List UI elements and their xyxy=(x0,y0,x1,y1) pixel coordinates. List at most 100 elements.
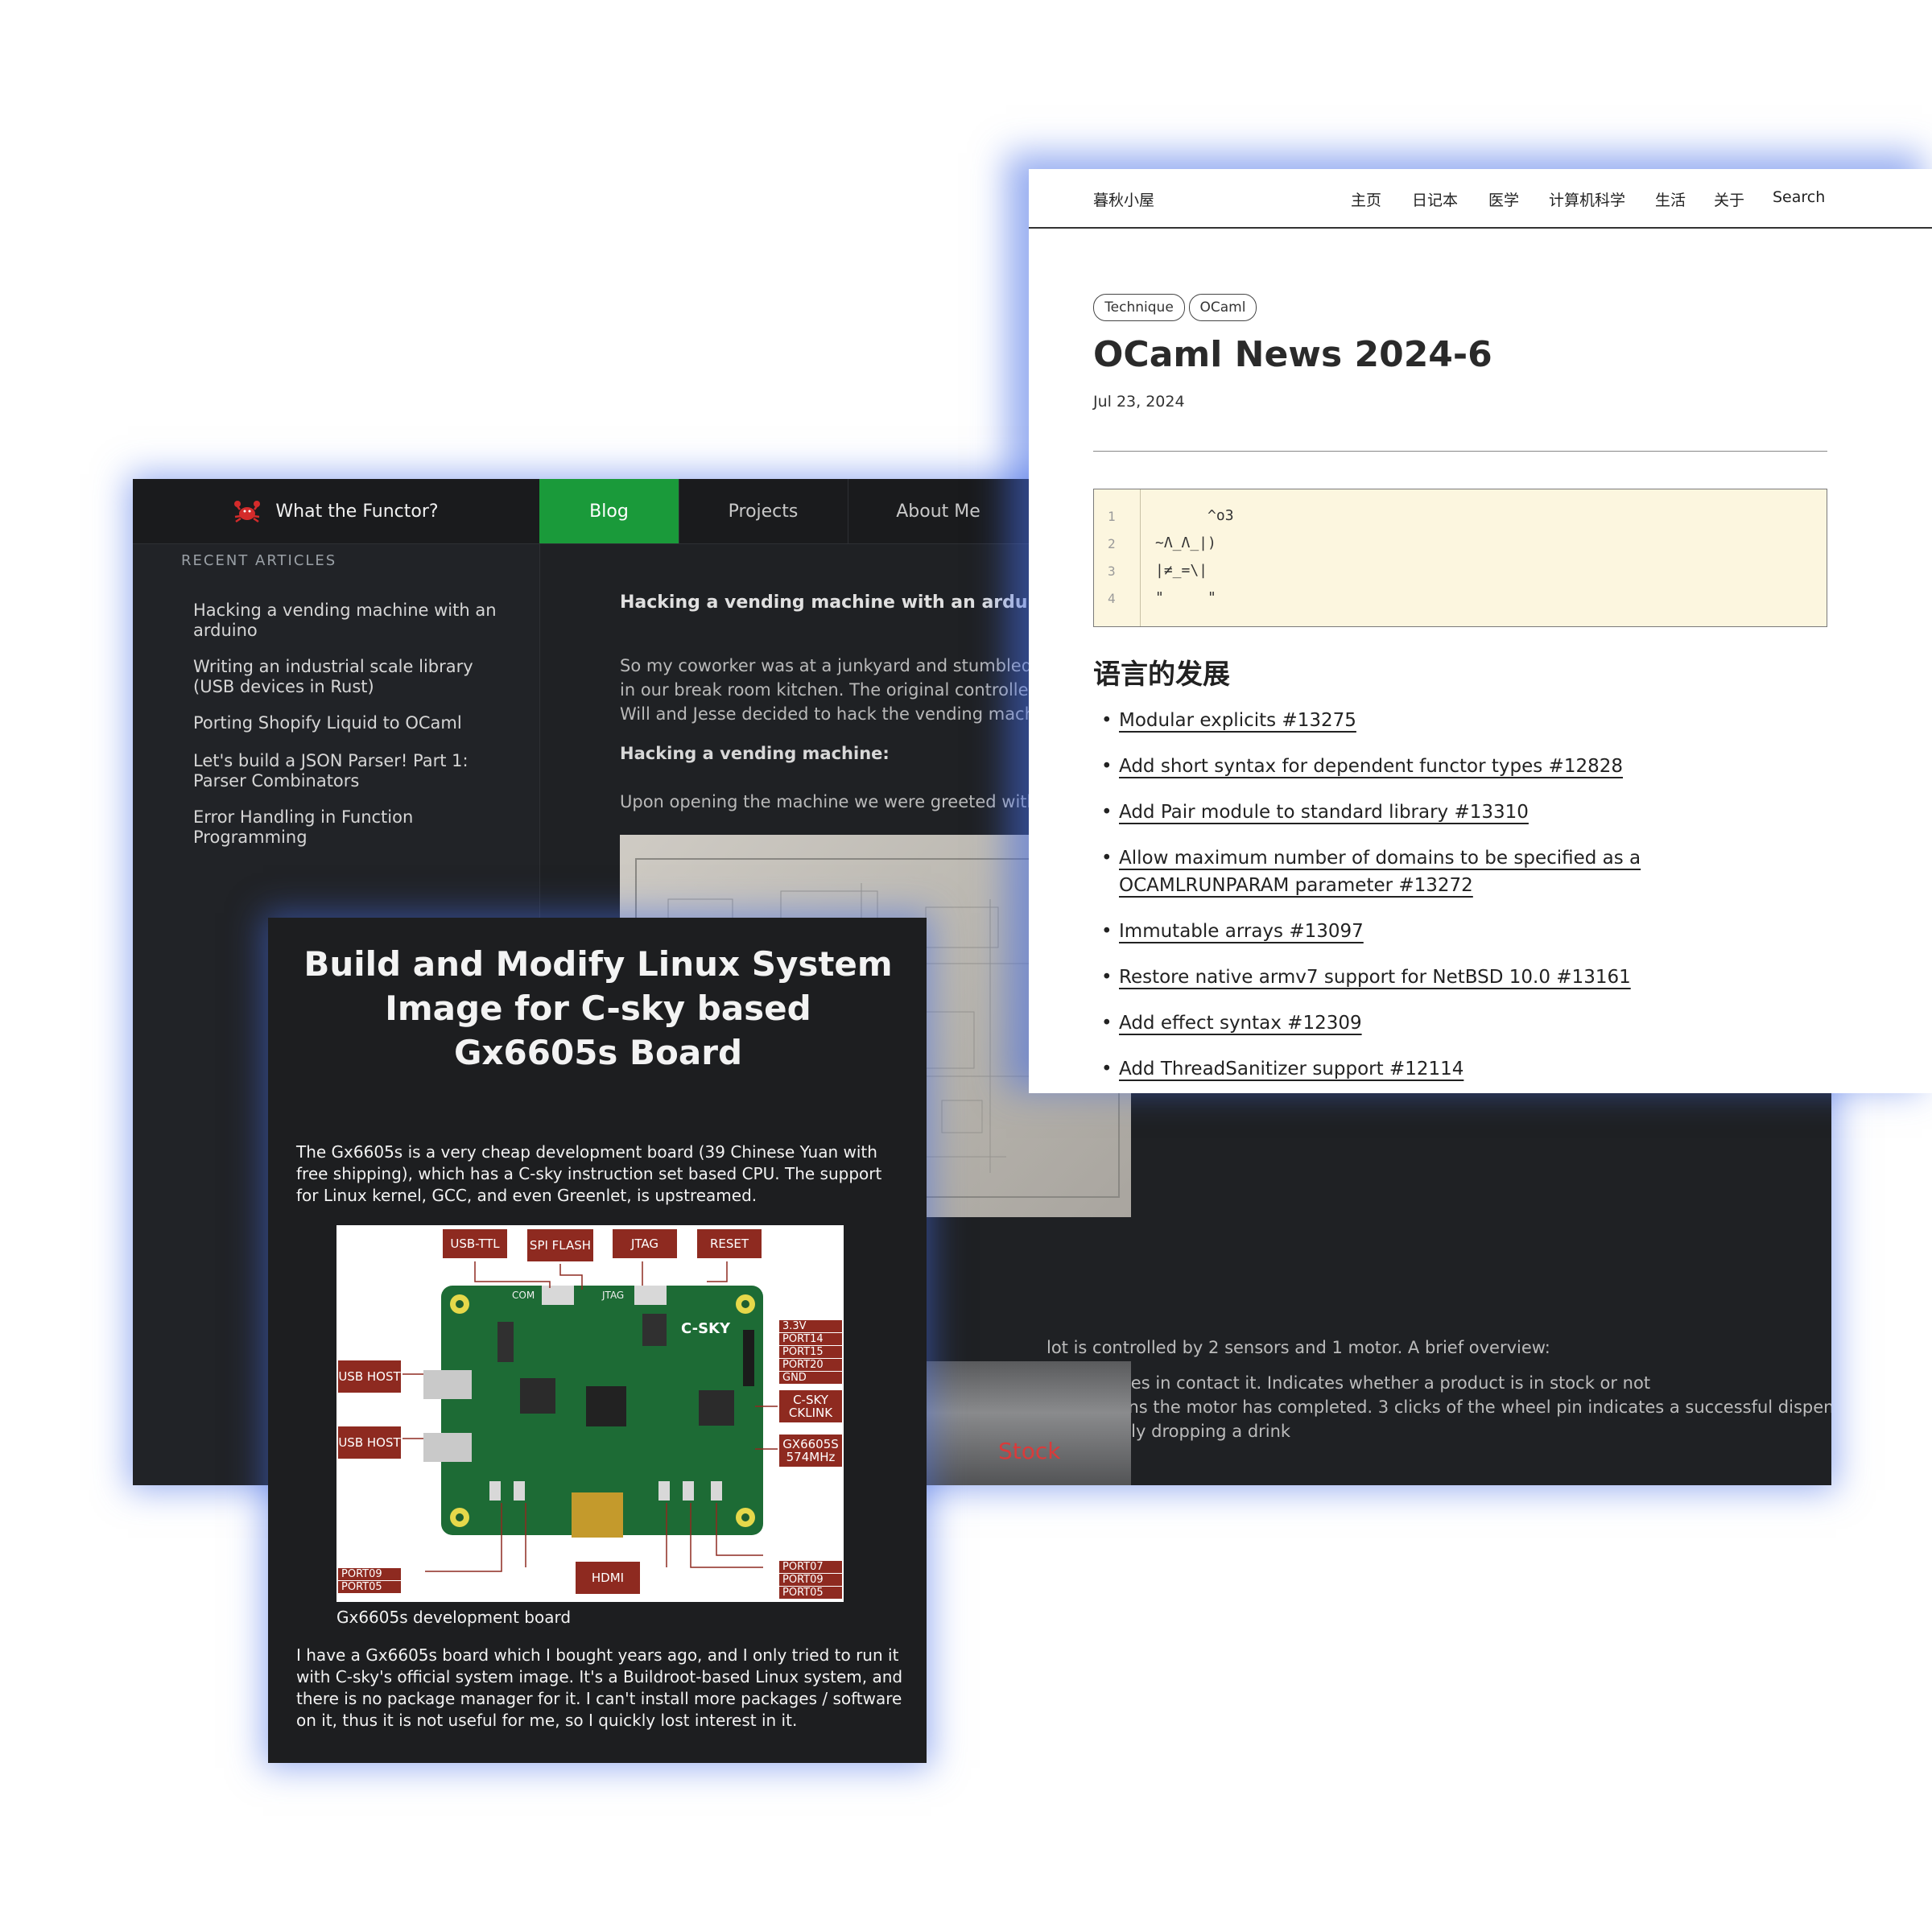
figure-caption: Gx6605s development board xyxy=(336,1608,572,1627)
article-paragraph: Upon opening the machine we were greeted… xyxy=(620,792,1050,811)
tag-ocaml[interactable]: OCaml xyxy=(1189,294,1257,321)
bullet-icon: • xyxy=(1101,710,1113,731)
pin-label: PORT05 xyxy=(779,1587,842,1599)
line-number: 4 xyxy=(1108,591,1116,606)
section-heading: 语言的发展 xyxy=(1093,658,1230,691)
article-paragraph-line: Will and Jesse decided to hack the vendi… xyxy=(620,704,1051,724)
article-paragraph-line: So my coworker was at a junkyard and stu… xyxy=(620,656,1058,675)
line-number: 2 xyxy=(1108,536,1116,551)
label-spi-flash: SPI FLASH xyxy=(527,1229,593,1261)
tag-technique[interactable]: Technique xyxy=(1093,294,1185,321)
nav-computer-science[interactable]: 计算机科学 xyxy=(1549,188,1625,210)
nav-search[interactable]: Search xyxy=(1773,188,1825,206)
code-line: |≠_=\| xyxy=(1155,562,1208,579)
stock-label: Stock xyxy=(998,1438,1061,1464)
item-link[interactable]: Add ThreadSanitizer support #12114 xyxy=(1119,1059,1463,1080)
label-gx6605s: GX6605S 574MHz xyxy=(779,1435,842,1467)
pin-label: 3.3V xyxy=(779,1320,842,1332)
item-link[interactable]: Immutable arrays #13097 xyxy=(1119,921,1364,942)
item-link[interactable]: Add short syntax for dependent functor t… xyxy=(1119,756,1623,777)
pin-label: PORT20 xyxy=(779,1359,842,1371)
bullet-icon: • xyxy=(1101,1013,1113,1034)
code-block: 1 2 3 4 ^o3 ~Λ_Λ_|) |≠_=\| " " xyxy=(1093,489,1827,627)
crab-icon xyxy=(234,501,261,523)
ocaml-news-window: 暮秋小屋 主页 日记本 医学 计算机科学 生活 关于 Search Techni… xyxy=(1029,169,1932,1093)
post-title: OCaml News 2024-6 xyxy=(1093,334,1492,375)
nav-projects[interactable]: Projects xyxy=(679,479,848,543)
pin-label: PORT09 xyxy=(338,1568,401,1580)
nav-diary[interactable]: 日记本 xyxy=(1412,188,1458,210)
article-paragraph-line: in our break room kitchen. The original … xyxy=(620,680,1055,700)
nav-about[interactable]: 关于 xyxy=(1714,188,1744,210)
csky-logo: C-SKY xyxy=(681,1320,731,1337)
silk-com: COM xyxy=(512,1290,535,1301)
pin-label: PORT09 xyxy=(779,1574,842,1586)
label-usb-ttl: USB-TTL xyxy=(443,1229,507,1258)
post-date: Jul 23, 2024 xyxy=(1093,393,1185,411)
sidebar-article-link[interactable]: Let's build a JSON Parser! Part 1: Parse… xyxy=(193,751,515,791)
code-line: " " xyxy=(1155,589,1216,606)
overview-text: lot is controlled by 2 sensors and 1 mot… xyxy=(1046,1338,1550,1357)
nav-home[interactable]: 主页 xyxy=(1351,188,1381,210)
line-number: 1 xyxy=(1108,509,1116,524)
label-usb-host: USB HOST xyxy=(338,1426,401,1459)
list-item: • Add ThreadSanitizer support #12114 xyxy=(1101,1055,1682,1083)
item-link[interactable]: Allow maximum number of domains to be sp… xyxy=(1119,848,1641,896)
item-link[interactable]: Restore native armv7 support for NetBSD … xyxy=(1119,967,1631,988)
sidebar-article-link[interactable]: Writing an industrial scale library (USB… xyxy=(193,657,515,697)
bullet-icon: • xyxy=(1101,1059,1113,1080)
sensor-bullet: ny rotations the motor has completed. 3 … xyxy=(1046,1397,1831,1417)
item-link[interactable]: Add Pair module to standard library #133… xyxy=(1119,802,1529,823)
sidebar-article-link[interactable]: Error Handling in Function Programming xyxy=(193,807,515,848)
list-item: • Add Pair module to standard library #13… xyxy=(1101,799,1682,826)
pin-label: PORT15 xyxy=(779,1346,842,1358)
item-link[interactable]: Modular explicits #13275 xyxy=(1119,710,1356,731)
sidebar-article-link[interactable]: Porting Shopify Liquid to OCaml xyxy=(193,713,515,733)
bullet-icon: • xyxy=(1101,848,1113,869)
bullet-icon: • xyxy=(1101,802,1113,823)
intro-paragraph: The Gx6605s is a very cheap development … xyxy=(296,1142,882,1205)
divider xyxy=(1093,451,1827,452)
label-jtag: JTAG xyxy=(613,1229,677,1258)
nav-blog[interactable]: Blog xyxy=(539,479,679,543)
board-drawing xyxy=(402,1261,778,1572)
pin-label: PORT05 xyxy=(338,1581,401,1593)
pin-label: PORT07 xyxy=(779,1561,842,1573)
nav-medicine[interactable]: 医学 xyxy=(1488,188,1519,210)
code-gutter xyxy=(1094,489,1141,626)
list-item: • Add short syntax for dependent functor … xyxy=(1101,753,1682,780)
post-title: Build and Modify Linux System Image for … xyxy=(303,944,893,1072)
body-paragraph: I have a Gx6605s board which I bought ye… xyxy=(296,1645,903,1730)
list-item: • Immutable arrays #13097 xyxy=(1101,918,1682,945)
brand-title: What the Functor? xyxy=(275,501,439,522)
nav-life[interactable]: 生活 xyxy=(1655,188,1686,210)
bullet-icon: • xyxy=(1101,756,1113,777)
article-subheading: Hacking a vending machine: xyxy=(620,744,890,763)
sensor-bullet: drink comes in contact it. Indicates whe… xyxy=(1046,1373,1651,1393)
label-usb-host: USB HOST xyxy=(338,1360,401,1393)
nav-about-me[interactable]: About Me xyxy=(848,479,1030,543)
list-item: • Allow maximum number of domains to be s… xyxy=(1101,844,1682,899)
bullet-icon: • xyxy=(1101,967,1113,988)
board-figure: USB-TTL SPI FLASH JTAG RESET USB HOST US… xyxy=(336,1225,844,1602)
list-item: • Modular explicits #13275 xyxy=(1101,707,1682,734)
code-line: ~Λ_Λ_|) xyxy=(1155,535,1216,551)
item-link[interactable]: Add effect syntax #12309 xyxy=(1119,1013,1362,1034)
gx6605s-window: Build and Modify Linux System Image for … xyxy=(268,918,927,1763)
pin-label: GND xyxy=(779,1372,842,1384)
sidebar-title: RECENT ARTICLES xyxy=(181,552,337,569)
pin-label: PORT14 xyxy=(779,1333,842,1345)
code-line: ^o3 xyxy=(1155,507,1234,524)
silk-jtag: JTAG xyxy=(602,1290,625,1301)
sidebar-article-link[interactable]: Hacking a vending machine with an arduin… xyxy=(193,601,515,641)
list-item: • Add effect syntax #12309 xyxy=(1101,1009,1682,1037)
label-reset: RESET xyxy=(697,1229,762,1258)
label-hdmi: HDMI xyxy=(576,1562,640,1594)
site-header: 暮秋小屋 主页 日记本 医学 计算机科学 生活 关于 Search xyxy=(1029,169,1932,229)
article-title: Hacking a vending machine with an arduin… xyxy=(620,592,1059,613)
list-item: • Restore native armv7 support for NetBSD… xyxy=(1101,964,1682,991)
brand-link[interactable]: What the Functor? xyxy=(133,479,540,543)
site-brand[interactable]: 暮秋小屋 xyxy=(1093,188,1154,210)
bullet-icon: • xyxy=(1101,921,1113,942)
label-csky-cklink: C-SKY CKLINK xyxy=(779,1390,842,1422)
